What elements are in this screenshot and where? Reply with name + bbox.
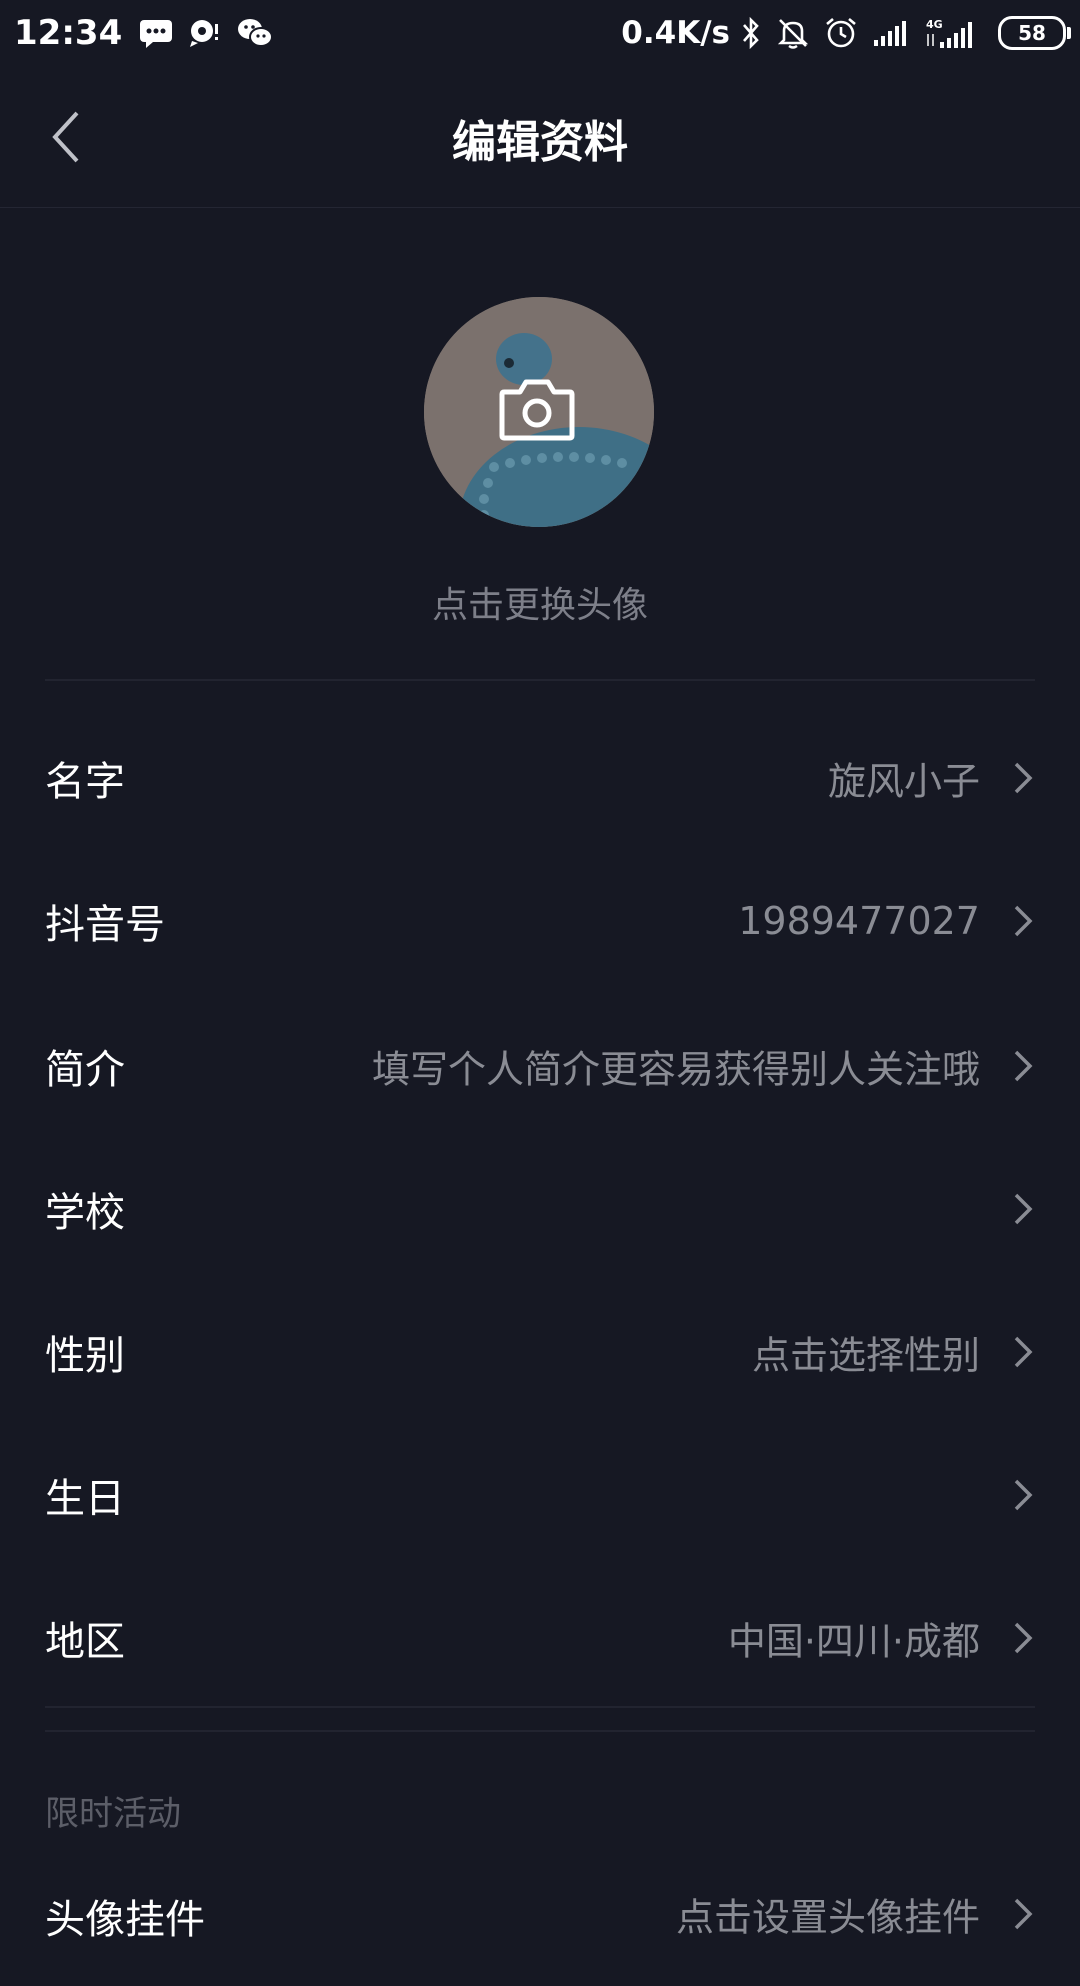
status-bar-right: 0.4K/s 4G 58: [621, 15, 1071, 51]
svg-text:4G: 4G: [926, 18, 943, 31]
row-bio[interactable]: 简介 填写个人简介更容易获得别人关注哦: [0, 994, 1080, 1137]
status-time: 12:34: [14, 13, 123, 53]
row-region[interactable]: 地区 中国·四川·成都: [0, 1566, 1080, 1709]
status-bar-left: 12:34: [14, 13, 288, 53]
page-title: 编辑资料: [452, 117, 628, 168]
divider: [45, 679, 1035, 681]
chevron-right-icon: [1014, 1336, 1033, 1367]
row-value: 1989477027: [738, 898, 980, 943]
section-title: 限时活动: [45, 1794, 181, 1834]
row-douyin-id[interactable]: 抖音号 1989477027: [0, 849, 1080, 992]
sms-icon: [138, 17, 174, 49]
chevron-right-icon: [1014, 1898, 1033, 1930]
mute-icon: [776, 16, 810, 50]
chevron-right-icon: [1014, 1622, 1033, 1653]
battery-indicator: 58: [998, 16, 1071, 50]
alarm-icon: [824, 16, 858, 50]
chat-bubble-icon: [188, 17, 222, 49]
chevron-right-icon: [1014, 762, 1033, 793]
row-label: 学校: [45, 1189, 125, 1236]
chevron-right-icon: [1014, 1193, 1033, 1224]
row-label: 性别: [45, 1332, 125, 1379]
signal-icon: [872, 18, 912, 48]
row-value: 旋风小子: [827, 759, 980, 803]
divider: [45, 1730, 1035, 1732]
row-value: 填写个人简介更容易获得别人关注哦: [371, 1047, 980, 1091]
row-label: 地区: [45, 1618, 125, 1665]
nav-header: 编辑资料: [0, 66, 1080, 208]
row-label: 简介: [45, 1046, 125, 1093]
row-label: 生日: [45, 1475, 125, 1522]
row-value: 点击设置头像挂件: [675, 1895, 980, 1940]
chevron-right-icon: [1014, 905, 1033, 936]
signal-4g-icon: 4G: [926, 16, 978, 50]
row-label: 抖音号: [45, 901, 165, 948]
row-label: 头像挂件: [45, 1897, 205, 1943]
divider: [45, 1706, 1035, 1708]
chevron-right-icon: [1014, 1050, 1033, 1081]
row-label: 名字: [45, 758, 125, 805]
camera-icon[interactable]: [498, 378, 576, 442]
chevron-right-icon: [1014, 1479, 1033, 1510]
row-birthday[interactable]: 生日: [0, 1423, 1080, 1566]
row-school[interactable]: 学校: [0, 1137, 1080, 1280]
row-gender[interactable]: 性别 点击选择性别: [0, 1280, 1080, 1423]
bluetooth-icon: [740, 16, 762, 50]
avatar-caption[interactable]: 点击更换头像: [0, 576, 1080, 628]
row-value: 中国·四川·成都: [727, 1619, 980, 1663]
row-value: 点击选择性别: [751, 1333, 980, 1377]
status-bar: 12:34 0.4K/s 4G 58: [0, 0, 1080, 66]
network-speed: 0.4K/s: [621, 15, 730, 51]
row-name[interactable]: 名字 旋风小子: [0, 706, 1080, 849]
wechat-icon: [236, 17, 274, 49]
row-avatar-pendant[interactable]: 头像挂件 点击设置头像挂件: [0, 1846, 1080, 1986]
